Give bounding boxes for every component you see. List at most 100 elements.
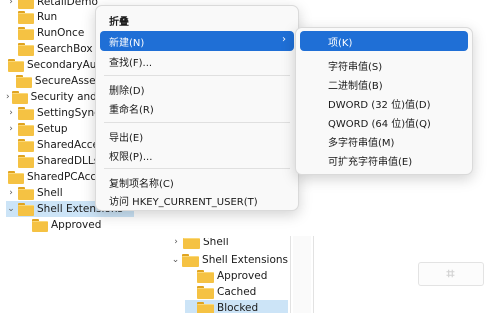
menu-item-permissions[interactable]: 权限(P)...: [100, 145, 294, 165]
tree-item-label: SettingSync: [37, 107, 100, 119]
chevron-placeholder: [6, 73, 14, 89]
folder-icon: [32, 219, 48, 232]
tree-item-label: SearchBox: [37, 43, 93, 55]
chevron-down-icon[interactable]: ⌄: [171, 252, 180, 268]
tree-item-label: RunOnce: [37, 27, 85, 39]
chevron-right-icon[interactable]: ›: [6, 89, 10, 105]
folder-icon: [18, 155, 34, 168]
menu-item-copy-key-name[interactable]: 复制项名称(C): [100, 172, 294, 192]
chevron-placeholder: [185, 300, 195, 313]
tree-item-label: Approved: [51, 219, 102, 231]
folder-icon: [11, 91, 28, 104]
menu-item-delete[interactable]: 删除(D): [100, 79, 294, 99]
folder-icon: [18, 123, 34, 136]
menu-item-label: 新建(N): [109, 37, 145, 49]
tree-item-label: RetailDemo: [37, 0, 98, 8]
tree-item-approved[interactable]: Approved: [185, 268, 288, 284]
folder-icon: [197, 270, 214, 283]
chevron-right-icon: ›: [282, 34, 286, 45]
context-menu: 折叠 新建(N) › 查找(F)... 删除(D) 重命名(R) 导出(E) 权…: [95, 5, 299, 211]
menu-item-new[interactable]: 新建(N) ›: [100, 31, 294, 51]
menu-item-find[interactable]: 查找(F)...: [100, 51, 294, 71]
registry-tree-bottom: › Shell ⌄ Shell Extensions Approved Cach…: [163, 238, 288, 313]
menu-item-label: 导出(E): [109, 132, 144, 144]
menu-item-collapse[interactable]: 折叠: [100, 10, 294, 30]
new-submenu: 项(K) 字符串值(S) 二进制值(B) DWORD (32 位)值(D) QW…: [295, 27, 473, 175]
chevron-right-icon[interactable]: ›: [171, 238, 181, 250]
chevron-placeholder: [6, 137, 16, 153]
tree-item-shell[interactable]: › Shell: [171, 238, 288, 250]
folder-icon: [18, 107, 34, 120]
chevron-placeholder: [20, 217, 30, 232]
submenu-item-dword-value[interactable]: DWORD (32 位)值(D): [300, 93, 468, 113]
folder-icon: [18, 139, 34, 152]
tree-item-approved[interactable]: Approved: [20, 217, 134, 232]
pane-divider: [290, 236, 291, 313]
scrollbar[interactable]: [293, 236, 311, 313]
folder-icon: [182, 254, 200, 267]
tree-item-label: Shell: [37, 187, 63, 199]
menu-item-label: QWORD (64 位)值(Q): [328, 118, 431, 130]
menu-separator: [104, 75, 290, 76]
folder-icon: [18, 187, 34, 200]
folder-icon: [8, 59, 24, 72]
tree-item-label: Cached: [217, 286, 257, 298]
folder-icon: [197, 302, 214, 313]
submenu-item-key[interactable]: 项(K): [300, 31, 468, 51]
menu-item-label: 复制项名称(C): [109, 178, 174, 190]
menu-item-label: 字符串值(S): [328, 61, 383, 73]
chevron-placeholder: [6, 41, 16, 57]
tree-item-label: Setup: [37, 123, 68, 135]
submenu-item-binary-value[interactable]: 二进制值(B): [300, 74, 468, 94]
menu-item-label: 删除(D): [109, 85, 145, 97]
tree-item-label: Approved: [217, 270, 268, 282]
chevron-right-icon[interactable]: ›: [6, 105, 16, 121]
tree-item-label: Blocked: [217, 302, 259, 313]
folder-icon: [18, 0, 34, 9]
folder-icon: [15, 75, 32, 88]
chevron-placeholder: [185, 284, 195, 300]
chevron-down-icon[interactable]: ⌄: [6, 201, 16, 217]
menu-item-rename[interactable]: 重命名(R): [100, 98, 294, 118]
submenu-item-string-value[interactable]: 字符串值(S): [300, 55, 468, 75]
folder-icon: [18, 27, 34, 40]
folder-icon: [183, 238, 200, 249]
menu-item-label: 重命名(R): [109, 104, 154, 116]
chevron-right-icon[interactable]: ›: [6, 121, 16, 137]
tree-item-label: Shell Extensions: [202, 254, 288, 266]
submenu-item-multi-string-value[interactable]: 多字符串值(M): [300, 131, 468, 151]
menu-item-label: 折叠: [109, 16, 129, 28]
menu-item-label: DWORD (32 位)值(D): [328, 99, 431, 111]
menu-item-label: 查找(F)...: [109, 57, 153, 69]
tree-item-cached[interactable]: Cached: [185, 284, 288, 300]
menu-item-label: 访问 HKEY_CURRENT_USER(T): [109, 196, 258, 208]
tree-item-shell-extensions[interactable]: ⌄ Shell Extensions: [171, 252, 288, 268]
folder-icon: [18, 43, 34, 56]
folder-icon: [197, 286, 214, 299]
menu-item-label: 可扩充字符串值(E): [328, 156, 413, 168]
tree-item-blocked[interactable]: Blocked: [185, 300, 288, 313]
menu-item-goto-hkcu[interactable]: 访问 HKEY_CURRENT_USER(T): [100, 190, 294, 210]
submenu-item-expandable-string-value[interactable]: 可扩充字符串值(E): [300, 150, 468, 170]
tree-item-label: Shell: [203, 238, 229, 248]
menu-item-export[interactable]: 导出(E): [100, 126, 294, 146]
watermark-mark: ⌗: [446, 266, 456, 282]
tree-item-label: Run: [37, 11, 58, 23]
pane-divider: [313, 236, 314, 313]
chevron-placeholder: [6, 153, 16, 169]
menu-item-label: 多字符串值(M): [328, 137, 395, 149]
watermark-logo: ⌗: [418, 262, 484, 286]
folder-icon: [18, 11, 34, 24]
submenu-item-qword-value[interactable]: QWORD (64 位)值(Q): [300, 112, 468, 132]
chevron-placeholder: [6, 9, 16, 25]
chevron-right-icon[interactable]: ›: [6, 185, 16, 201]
folder-icon: [8, 171, 24, 184]
menu-separator: [104, 122, 290, 123]
tree-item-label: SharedDLLs: [37, 155, 100, 167]
menu-item-label: 权限(P)...: [109, 151, 153, 163]
menu-item-label: 项(K): [328, 37, 353, 49]
chevron-placeholder: [6, 25, 16, 41]
menu-item-label: 二进制值(B): [328, 80, 383, 92]
chevron-placeholder: [185, 268, 195, 284]
menu-separator: [104, 168, 290, 169]
